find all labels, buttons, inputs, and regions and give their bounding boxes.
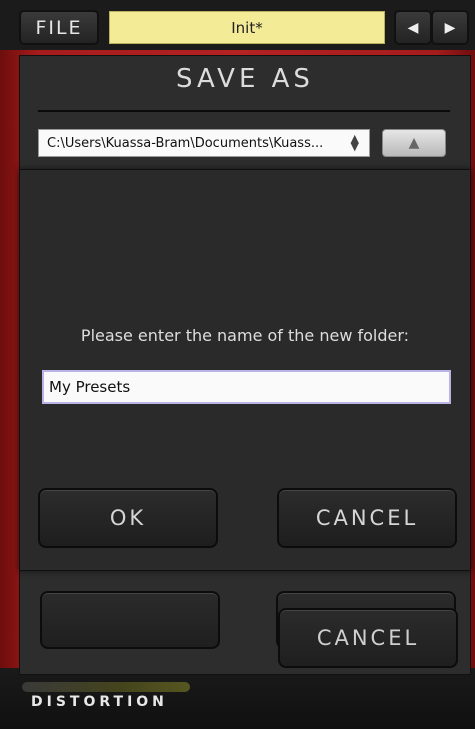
product-name: DISTORTION xyxy=(31,694,168,710)
save-as-title: SAVE AS xyxy=(176,64,314,94)
cancel-button[interactable]: CANCEL xyxy=(277,488,457,548)
parent-folder-button[interactable]: ▲ xyxy=(382,129,446,157)
select-arrows-icon: ▲ ▼ xyxy=(350,132,359,153)
save-as-cancel-button[interactable]: CANCEL xyxy=(278,608,458,668)
up-arrow-icon: ▲ xyxy=(408,135,420,151)
top-bar: FILE Init* ◀ ▶ xyxy=(0,0,475,50)
folder-name-input[interactable] xyxy=(42,370,451,404)
ok-button[interactable]: OK xyxy=(38,488,218,548)
folder-path-value: C:\Users\Kuassa-Bram\Documents\Kuass... xyxy=(47,135,324,151)
new-folder-prompt: Please enter the name of the new folder: xyxy=(80,326,410,345)
title-divider xyxy=(38,110,450,112)
preset-name-display[interactable]: Init* xyxy=(109,11,385,44)
new-folder-dialog: Please enter the name of the new folder:… xyxy=(19,169,471,571)
save-as-ok-button-obscured[interactable] xyxy=(40,591,220,649)
folder-path-select[interactable]: C:\Users\Kuassa-Bram\Documents\Kuass... … xyxy=(38,129,370,157)
left-arrow-icon: ◀ xyxy=(407,19,419,36)
brand-logo-strip xyxy=(22,682,190,692)
next-preset-button[interactable]: ▶ xyxy=(431,10,469,45)
previous-preset-button[interactable]: ◀ xyxy=(394,10,432,45)
right-arrow-icon: ▶ xyxy=(444,19,456,36)
file-menu-button[interactable]: FILE xyxy=(19,10,99,45)
